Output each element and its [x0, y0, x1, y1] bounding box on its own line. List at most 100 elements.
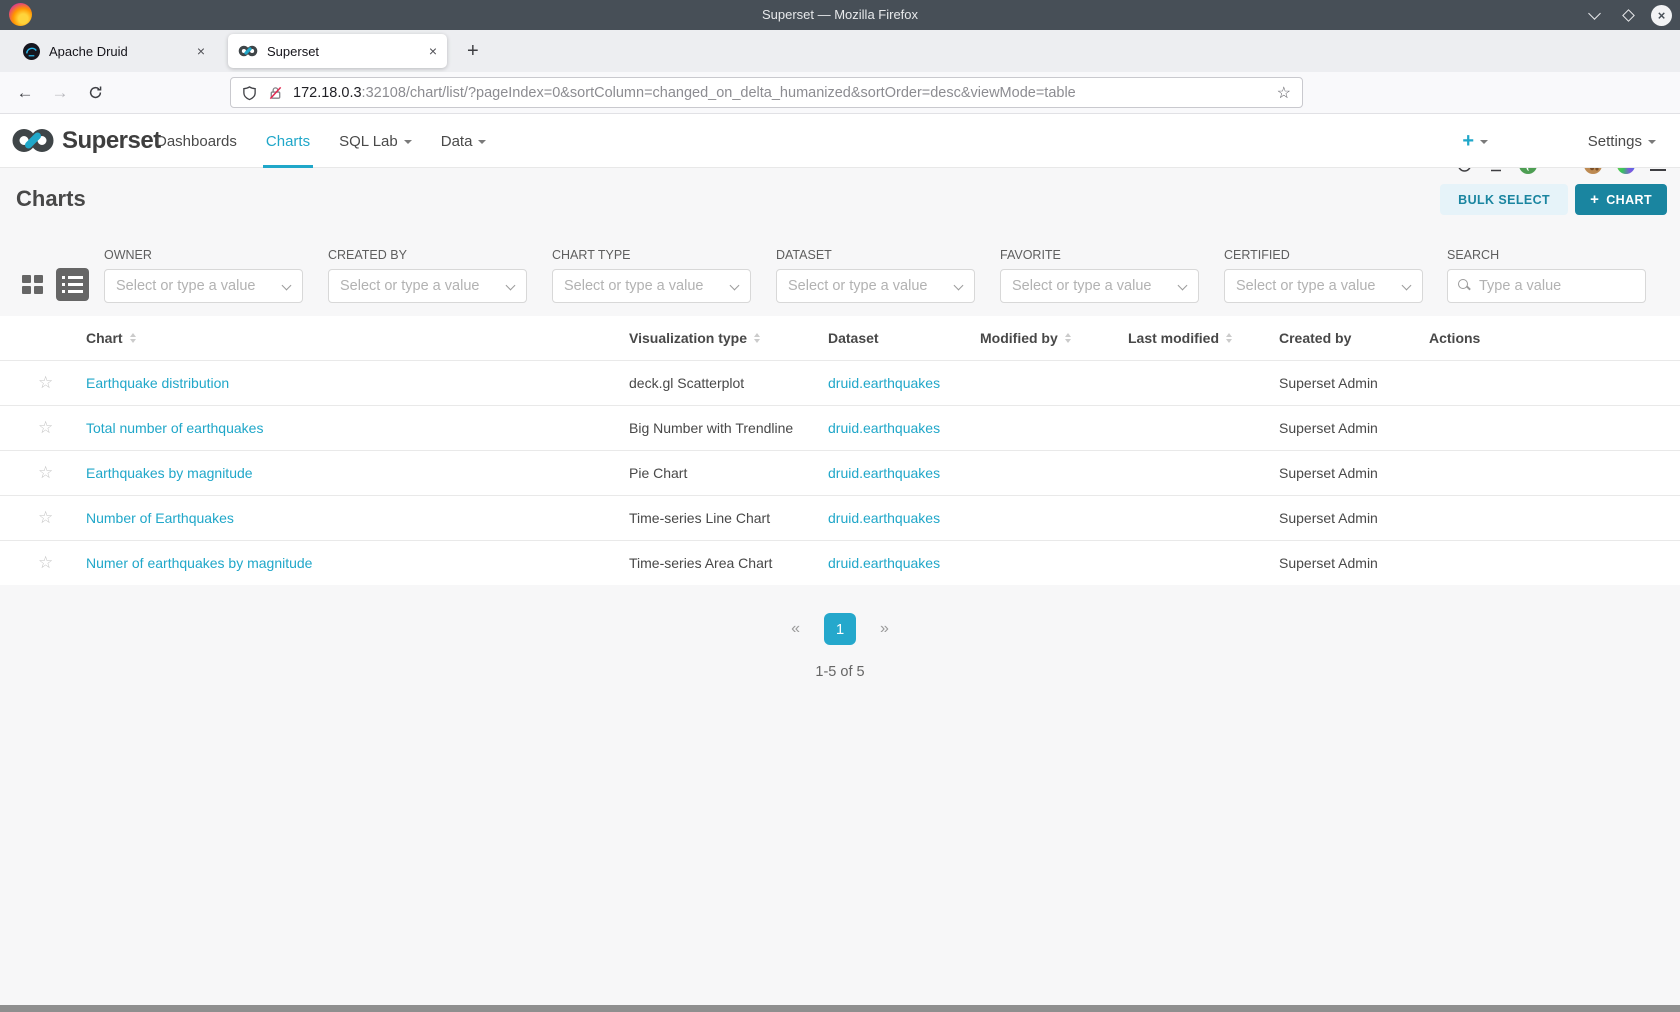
window-minimize-button[interactable] — [1583, 4, 1605, 26]
chart-name-link[interactable]: Total number of earthquakes — [86, 420, 629, 436]
favorite-star-icon[interactable]: ☆ — [38, 418, 53, 437]
tab-label: Apache Druid — [49, 44, 189, 59]
owner-select[interactable]: Select or type a value — [104, 269, 303, 303]
chart-name-link[interactable]: Earthquake distribution — [86, 375, 629, 391]
nav-item-dashboards[interactable]: Dashboards — [156, 114, 237, 168]
connection-not-secure-lock-icon[interactable] — [268, 85, 283, 101]
viz-type-cell: Big Number with Trendline — [629, 420, 828, 436]
table-row: ☆ Numer of earthquakes by magnitude Time… — [0, 540, 1680, 585]
window-close-button[interactable]: × — [1651, 5, 1672, 26]
filter-label: CREATED BY — [328, 248, 527, 262]
favorite-select[interactable]: Select or type a value — [1000, 269, 1199, 303]
forward-button[interactable]: → — [45, 72, 75, 113]
search-icon — [1458, 279, 1468, 289]
url-host: 172.18.0.3 — [293, 85, 362, 101]
dataset-select[interactable]: Select or type a value — [776, 269, 975, 303]
created-by-cell: Superset Admin — [1279, 420, 1429, 436]
browser-tab-apache-druid[interactable]: Apache Druid × — [13, 34, 215, 68]
favorite-star-icon[interactable]: ☆ — [38, 373, 53, 392]
select-placeholder: Select or type a value — [1012, 278, 1187, 294]
column-label: Last modified — [1128, 330, 1219, 346]
pagination-page-1-button[interactable]: 1 — [824, 613, 856, 645]
browser-tab-bar: Apache Druid × Superset × + — [0, 30, 1680, 72]
chevron-down-icon — [404, 140, 412, 144]
column-header-last-modified[interactable]: Last modified — [1128, 330, 1279, 346]
list-view-button[interactable] — [56, 268, 89, 301]
column-header-modified-by[interactable]: Modified by — [980, 330, 1128, 346]
tab-close-icon[interactable]: × — [197, 44, 205, 58]
reload-button[interactable] — [80, 72, 110, 113]
certified-select[interactable]: Select or type a value — [1224, 269, 1423, 303]
filter-created-by: CREATED BY Select or type a value — [328, 248, 527, 303]
card-view-button[interactable] — [22, 275, 43, 294]
url-bar[interactable]: 172.18.0.3:32108/chart/list/?pageIndex=0… — [230, 77, 1303, 108]
window-title: Superset — Mozilla Firefox — [0, 0, 1680, 30]
pagination-prev-button[interactable]: « — [791, 620, 800, 638]
column-header-chart[interactable]: Chart — [86, 330, 629, 346]
favorite-star-icon[interactable]: ☆ — [38, 508, 53, 527]
window-controls: × — [1583, 0, 1672, 30]
created-by-cell: Superset Admin — [1279, 465, 1429, 481]
chart-type-select[interactable]: Select or type a value — [552, 269, 751, 303]
bookmark-star-icon[interactable]: ☆ — [1277, 83, 1291, 103]
sort-icon — [1226, 333, 1232, 344]
add-chart-button[interactable]: + CHART — [1575, 184, 1667, 215]
settings-label: Settings — [1588, 133, 1642, 150]
table-row: ☆ Earthquake distribution deck.gl Scatte… — [0, 360, 1680, 405]
window-maximize-button[interactable] — [1617, 4, 1639, 26]
table-row: ☆ Total number of earthquakes Big Number… — [0, 405, 1680, 450]
nav-item-data[interactable]: Data — [441, 114, 487, 168]
pagination-next-button[interactable]: » — [880, 620, 889, 638]
superset-navbar: Superset Dashboards Charts SQL Lab Data … — [0, 114, 1680, 168]
filter-dataset: DATASET Select or type a value — [776, 248, 975, 303]
nav-item-label: Dashboards — [156, 133, 237, 150]
browser-url-toolbar: ← → 172.18.0.3:32108/chart/list/?pageInd… — [0, 72, 1680, 114]
nav-item-charts[interactable]: Charts — [266, 114, 310, 168]
column-header-visualization-type[interactable]: Visualization type — [629, 330, 828, 346]
dataset-link[interactable]: druid.earthquakes — [828, 510, 980, 526]
diamond-icon — [1622, 9, 1635, 22]
charts-table: Chart Visualization type Dataset Modifie… — [0, 316, 1680, 585]
brand-wordmark: Superset — [62, 127, 161, 155]
plus-icon: + — [1462, 130, 1474, 153]
chart-name-link[interactable]: Number of Earthquakes — [86, 510, 629, 526]
filter-label: CERTIFIED — [1224, 248, 1423, 262]
settings-menu-button[interactable]: Settings — [1588, 114, 1656, 168]
tracking-protection-shield-icon[interactable] — [242, 85, 257, 101]
superset-logo[interactable]: Superset — [11, 126, 161, 155]
column-label: Modified by — [980, 330, 1058, 346]
back-button[interactable]: ← — [10, 72, 40, 113]
favorite-star-icon[interactable]: ☆ — [38, 553, 53, 572]
chart-name-link[interactable]: Numer of earthquakes by magnitude — [86, 555, 629, 571]
table-header-row: Chart Visualization type Dataset Modifie… — [0, 316, 1680, 360]
sort-icon — [754, 333, 760, 344]
table-row: ☆ Earthquakes by magnitude Pie Chart dru… — [0, 450, 1680, 495]
created-by-select[interactable]: Select or type a value — [328, 269, 527, 303]
tab-close-icon[interactable]: × — [429, 44, 437, 58]
chevron-down-icon — [1480, 140, 1488, 144]
viz-type-cell: Time-series Area Chart — [629, 555, 828, 571]
filter-label: CHART TYPE — [552, 248, 751, 262]
apache-druid-favicon — [23, 43, 40, 60]
chart-name-link[interactable]: Earthquakes by magnitude — [86, 465, 629, 481]
add-chart-label: CHART — [1606, 193, 1652, 207]
dataset-link[interactable]: druid.earthquakes — [828, 375, 980, 391]
column-header-actions: Actions — [1429, 330, 1680, 346]
pagination-summary: 1-5 of 5 — [0, 664, 1680, 680]
browser-tab-superset[interactable]: Superset × — [228, 34, 447, 68]
url-path: :32108/chart/list/?pageIndex=0&sortColum… — [362, 85, 1076, 101]
superset-infinity-icon — [11, 126, 55, 155]
search-input[interactable] — [1447, 269, 1646, 303]
select-placeholder: Select or type a value — [340, 278, 515, 294]
filter-label: SEARCH — [1447, 248, 1646, 262]
nav-item-sql-lab[interactable]: SQL Lab — [339, 114, 412, 168]
favorite-star-icon[interactable]: ☆ — [38, 463, 53, 482]
bulk-select-button[interactable]: BULK SELECT — [1440, 184, 1568, 215]
new-item-menu-button[interactable]: + — [1462, 114, 1488, 168]
new-tab-button[interactable]: + — [467, 41, 479, 61]
dataset-link[interactable]: druid.earthquakes — [828, 420, 980, 436]
dataset-link[interactable]: druid.earthquakes — [828, 555, 980, 571]
dataset-link[interactable]: druid.earthquakes — [828, 465, 980, 481]
sort-icon — [1065, 333, 1071, 344]
tab-label: Superset — [267, 44, 421, 59]
